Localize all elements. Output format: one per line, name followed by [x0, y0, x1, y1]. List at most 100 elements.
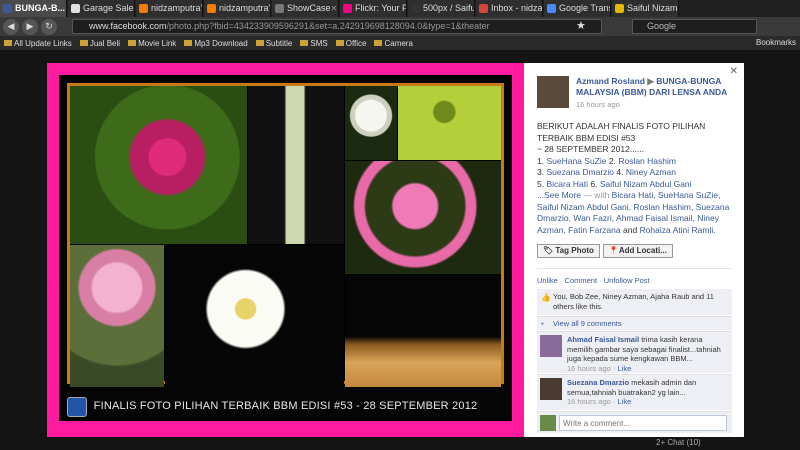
- unlike-link[interactable]: Unlike: [537, 276, 558, 285]
- bookmark-label: All Update Links: [14, 38, 72, 48]
- finalist-name[interactable]: SueHana SuZie: [546, 156, 606, 166]
- tab-favicon-icon: [547, 4, 556, 13]
- bookmark-folder[interactable]: Camera: [374, 39, 413, 48]
- author-name[interactable]: Azmand Rosland: [576, 76, 645, 86]
- finalist-num: 1.: [537, 155, 545, 166]
- bookmark-folder[interactable]: Subtitle: [255, 39, 292, 48]
- browser-tab[interactable]: Garage Sales - ... ✕: [68, 0, 135, 17]
- tab-label: BUNGA-B...: [15, 3, 65, 13]
- tab-label: nidzamputra's ...: [219, 3, 271, 13]
- folder-icon: [374, 40, 383, 46]
- back-icon[interactable]: ◀: [3, 18, 19, 35]
- finalist-num: 6.: [590, 178, 598, 189]
- bookmarks-menu[interactable]: Bookmarks: [756, 36, 796, 50]
- commenter-name[interactable]: Ahmad Faisal Ismail: [567, 335, 639, 344]
- photo-sidebar: ✕ Azmand Rosland ▶ BUNGA-BUNGA MALAYSIA …: [524, 63, 744, 437]
- commenter-avatar[interactable]: [540, 378, 562, 400]
- post-actions: Unlike · Comment · Unfollow Post: [537, 276, 650, 285]
- tagged-last-name[interactable]: Rohaiza Atini Ramli.: [640, 225, 716, 235]
- post-description: BERIKUT ADALAH FINALIS FOTO PILIHAN TERB…: [537, 121, 737, 236]
- url-bar[interactable]: www.facebook.com/photo.php?fbid=43423390…: [72, 19, 602, 34]
- browser-tab[interactable]: Google Translate✕: [544, 0, 611, 17]
- separator-dot: ·: [559, 276, 563, 285]
- comment-link[interactable]: Comment: [565, 276, 598, 285]
- bookmark-folder[interactable]: All Update Links: [4, 39, 72, 48]
- bookmark-star-icon[interactable]: ★: [576, 19, 586, 32]
- tag-icon: 🏷: [543, 246, 554, 255]
- folder-icon: [184, 40, 193, 46]
- browser-nav-bar: ◀ ▶ ↻ www.facebook.com/photo.php?fbid=43…: [0, 17, 800, 36]
- commenter-avatar[interactable]: [540, 335, 562, 357]
- bookmark-label: Mp3 Download: [194, 38, 248, 48]
- finalist-name[interactable]: Saiful Nizam Abdul Gani: [600, 179, 692, 189]
- comment-time[interactable]: 16 hours ago: [567, 364, 611, 373]
- browser-tab[interactable]: ShowCase ✕: [272, 0, 339, 17]
- browser-tab[interactable]: Inbox - nidzam...✕: [476, 0, 543, 17]
- photo-action-buttons: 🏷 Tag Photo 📍Add Locati...: [537, 244, 676, 258]
- folder-icon: [79, 40, 88, 46]
- photo-viewer: FINALIS FOTO PILIHAN TERBAIK BBM EDISI #…: [47, 63, 744, 437]
- photo-grass-seed: [248, 86, 344, 244]
- add-location-button[interactable]: 📍Add Locati...: [602, 244, 673, 258]
- finalist-row: 1. SueHana SuZie 2. Roslan Hashim: [537, 156, 737, 168]
- folder-icon: [255, 40, 264, 46]
- bookmark-folder[interactable]: SMS: [300, 38, 328, 48]
- photo-white-daisy: [165, 245, 344, 387]
- browser-tab[interactable]: nidzamputra's ...✕: [204, 0, 271, 17]
- finalist-name[interactable]: Roslan Hashim: [618, 156, 676, 166]
- see-more-link[interactable]: ...See More: [537, 190, 581, 200]
- tab-close-icon[interactable]: ✕: [65, 0, 66, 17]
- commenter-name[interactable]: Suezana Dmarzio: [567, 378, 629, 387]
- collage-image: FINALIS FOTO PILIHAN TERBAIK BBM EDISI #…: [59, 75, 512, 421]
- collage-border: [67, 83, 504, 387]
- bookmarks-bar: All Update Links Jual Beli Movie Link Mp3 D…: [0, 36, 800, 50]
- browser-tab[interactable]: Saiful Nizam A...✕: [612, 0, 679, 17]
- tab-label: Flickr: Your Ph...: [355, 3, 406, 13]
- photo-caption: FINALIS FOTO PILIHAN TERBAIK BBM EDISI #…: [93, 400, 478, 412]
- post-timestamp[interactable]: 16 hours ago: [576, 100, 620, 109]
- comment-like-link[interactable]: Like: [617, 397, 631, 406]
- author-avatar[interactable]: [537, 76, 569, 108]
- my-avatar: [540, 415, 556, 431]
- tab-close-icon[interactable]: ✕: [331, 0, 338, 17]
- browser-tab[interactable]: nidzamputra's ...✕: [136, 0, 203, 17]
- chat-status[interactable]: 2+ Chat (10): [656, 438, 701, 447]
- and-text: and: [623, 224, 638, 235]
- bookmark-folder[interactable]: Jual Beli: [79, 39, 120, 48]
- comments-icon: ▪: [541, 319, 544, 328]
- browser-tab[interactable]: 500px / Saiful N...✕: [408, 0, 475, 17]
- tab-favicon-icon: [615, 4, 624, 13]
- tab-label: Garage Sales - ...: [83, 3, 134, 13]
- folder-icon: [128, 40, 137, 46]
- google-search-input[interactable]: Google: [632, 19, 757, 34]
- with-line: ...See More — with Bicara Hati, SueHana …: [537, 190, 729, 235]
- post-author-line: Azmand Rosland ▶ BUNGA-BUNGA MALAYSIA (B…: [576, 76, 736, 98]
- folder-icon: [300, 40, 309, 46]
- likes-summary: 👍 You, Bob Zee, Niney Azman, Ajaha Raub …: [537, 289, 732, 315]
- finalist-num: 3.: [537, 167, 545, 177]
- browser-tab[interactable]: Flickr: Your Ph...✕: [340, 0, 407, 17]
- tag-photo-button[interactable]: 🏷 Tag Photo: [537, 244, 600, 258]
- photo-fern: [398, 86, 501, 160]
- tab-favicon-icon: [275, 4, 284, 13]
- view-all-comments-link[interactable]: ▪ View all 9 comments: [537, 316, 732, 330]
- browser-tab[interactable]: BUNGA-B...✕: [0, 0, 67, 17]
- unfollow-post-link[interactable]: Unfollow Post: [604, 276, 650, 285]
- forward-icon[interactable]: ▶: [22, 18, 38, 35]
- comment-like-link[interactable]: Like: [617, 364, 631, 373]
- bookmark-folder[interactable]: Office: [335, 39, 366, 48]
- likes-text[interactable]: You, Bob Zee, Niney Azman, Ajaha Raub an…: [553, 292, 714, 311]
- comment-input[interactable]: [559, 415, 727, 431]
- reload-icon[interactable]: ↻: [41, 18, 57, 35]
- tab-favicon-icon: [207, 4, 216, 13]
- tab-favicon-icon: [343, 4, 352, 13]
- comment-time[interactable]: 16 hours ago: [567, 397, 611, 406]
- bookmark-label: SMS: [310, 38, 328, 48]
- divider: [537, 268, 732, 269]
- finalist-name[interactable]: Bicara Hati: [546, 179, 588, 189]
- bookmark-folder[interactable]: Mp3 Download: [184, 38, 248, 48]
- finalist-name[interactable]: Niney Azman: [626, 167, 676, 177]
- bookmark-folder[interactable]: Movie Link: [128, 39, 176, 48]
- tab-label: ShowCase: [287, 3, 331, 13]
- finalist-name[interactable]: Suezana Dmarzio: [546, 167, 614, 177]
